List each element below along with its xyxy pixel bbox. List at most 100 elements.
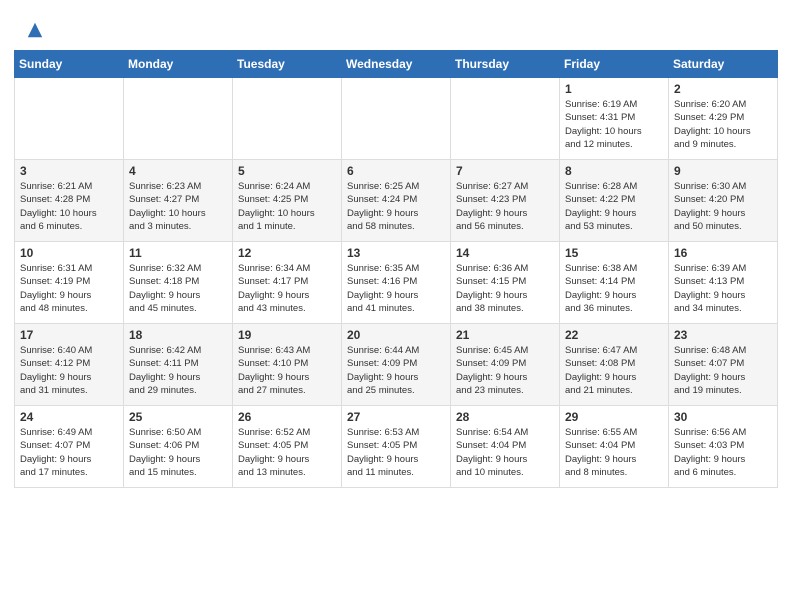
day-info: Sunrise: 6:38 AM Sunset: 4:14 PM Dayligh… [565, 262, 663, 315]
day-number: 27 [347, 410, 445, 424]
calendar-day-cell [451, 78, 560, 160]
calendar-day-cell: 13 Sunrise: 6:35 AM Sunset: 4:16 PM Dayli… [342, 242, 451, 324]
day-number: 8 [565, 164, 663, 178]
calendar-day-cell: 17 Sunrise: 6:40 AM Sunset: 4:12 PM Dayli… [15, 324, 124, 406]
day-number: 30 [674, 410, 772, 424]
calendar-day-cell: 6 Sunrise: 6:25 AM Sunset: 4:24 PM Daylig… [342, 160, 451, 242]
page-header [0, 0, 792, 50]
day-info: Sunrise: 6:45 AM Sunset: 4:09 PM Dayligh… [456, 344, 554, 397]
calendar-week-row: 10Sunrise: 6:31 AM Sunset: 4:19 PM Dayli… [15, 242, 778, 324]
day-info: Sunrise: 6:27 AM Sunset: 4:23 PM Dayligh… [456, 180, 554, 233]
day-number: 14 [456, 246, 554, 260]
day-number: 16 [674, 246, 772, 260]
calendar-day-cell: 9 Sunrise: 6:30 AM Sunset: 4:20 PM Daylig… [669, 160, 778, 242]
day-number: 26 [238, 410, 336, 424]
logo-icon [26, 21, 44, 39]
day-info: Sunrise: 6:32 AM Sunset: 4:18 PM Dayligh… [129, 262, 227, 315]
day-number: 25 [129, 410, 227, 424]
day-info: Sunrise: 6:56 AM Sunset: 4:03 PM Dayligh… [674, 426, 772, 479]
day-number: 2 [674, 82, 772, 96]
calendar-day-cell: 11Sunrise: 6:32 AM Sunset: 4:18 PM Dayli… [124, 242, 233, 324]
day-number: 7 [456, 164, 554, 178]
day-number: 29 [565, 410, 663, 424]
calendar-day-cell: 15 Sunrise: 6:38 AM Sunset: 4:14 PM Dayli… [560, 242, 669, 324]
calendar-day-cell: 5 Sunrise: 6:24 AM Sunset: 4:25 PM Daylig… [233, 160, 342, 242]
day-info: Sunrise: 6:39 AM Sunset: 4:13 PM Dayligh… [674, 262, 772, 315]
calendar-day-cell: 4 Sunrise: 6:23 AM Sunset: 4:27 PM Daylig… [124, 160, 233, 242]
day-info: Sunrise: 6:21 AM Sunset: 4:28 PM Dayligh… [20, 180, 118, 233]
day-info: Sunrise: 6:19 AM Sunset: 4:31 PM Dayligh… [565, 98, 663, 151]
calendar-day-cell: 24 Sunrise: 6:49 AM Sunset: 4:07 PM Dayli… [15, 406, 124, 488]
calendar-day-cell: 29 Sunrise: 6:55 AM Sunset: 4:04 PM Dayli… [560, 406, 669, 488]
calendar-day-cell: 19 Sunrise: 6:43 AM Sunset: 4:10 PM Dayli… [233, 324, 342, 406]
day-info: Sunrise: 6:30 AM Sunset: 4:20 PM Dayligh… [674, 180, 772, 233]
calendar-day-cell [342, 78, 451, 160]
day-number: 15 [565, 246, 663, 260]
day-number: 5 [238, 164, 336, 178]
calendar-day-cell: 14 Sunrise: 6:36 AM Sunset: 4:15 PM Dayli… [451, 242, 560, 324]
day-number: 9 [674, 164, 772, 178]
day-info: Sunrise: 6:44 AM Sunset: 4:09 PM Dayligh… [347, 344, 445, 397]
day-number: 20 [347, 328, 445, 342]
calendar-day-cell: 27 Sunrise: 6:53 AM Sunset: 4:05 PM Dayli… [342, 406, 451, 488]
day-info: Sunrise: 6:53 AM Sunset: 4:05 PM Dayligh… [347, 426, 445, 479]
calendar-day-cell: 2 Sunrise: 6:20 AM Sunset: 4:29 PM Daylig… [669, 78, 778, 160]
day-info: Sunrise: 6:35 AM Sunset: 4:16 PM Dayligh… [347, 262, 445, 315]
day-info: Sunrise: 6:34 AM Sunset: 4:17 PM Dayligh… [238, 262, 336, 315]
day-number: 24 [20, 410, 118, 424]
day-info: Sunrise: 6:49 AM Sunset: 4:07 PM Dayligh… [20, 426, 118, 479]
day-number: 22 [565, 328, 663, 342]
calendar-week-row: 3Sunrise: 6:21 AM Sunset: 4:28 PM Daylig… [15, 160, 778, 242]
calendar-header-cell: Monday [124, 51, 233, 78]
calendar-header-cell: Thursday [451, 51, 560, 78]
day-number: 21 [456, 328, 554, 342]
calendar-day-cell [233, 78, 342, 160]
calendar-week-row: 24 Sunrise: 6:49 AM Sunset: 4:07 PM Dayli… [15, 406, 778, 488]
day-info: Sunrise: 6:20 AM Sunset: 4:29 PM Dayligh… [674, 98, 772, 151]
calendar-day-cell: 23Sunrise: 6:48 AM Sunset: 4:07 PM Dayli… [669, 324, 778, 406]
day-number: 18 [129, 328, 227, 342]
calendar-header-cell: Sunday [15, 51, 124, 78]
calendar-day-cell: 8 Sunrise: 6:28 AM Sunset: 4:22 PM Daylig… [560, 160, 669, 242]
calendar-day-cell: 25 Sunrise: 6:50 AM Sunset: 4:06 PM Dayli… [124, 406, 233, 488]
day-info: Sunrise: 6:55 AM Sunset: 4:04 PM Dayligh… [565, 426, 663, 479]
calendar-day-cell: 18 Sunrise: 6:42 AM Sunset: 4:11 PM Dayli… [124, 324, 233, 406]
calendar-header-cell: Wednesday [342, 51, 451, 78]
calendar-day-cell: 12Sunrise: 6:34 AM Sunset: 4:17 PM Dayli… [233, 242, 342, 324]
day-info: Sunrise: 6:54 AM Sunset: 4:04 PM Dayligh… [456, 426, 554, 479]
calendar-day-cell: 3Sunrise: 6:21 AM Sunset: 4:28 PM Daylig… [15, 160, 124, 242]
day-info: Sunrise: 6:52 AM Sunset: 4:05 PM Dayligh… [238, 426, 336, 479]
day-info: Sunrise: 6:25 AM Sunset: 4:24 PM Dayligh… [347, 180, 445, 233]
day-number: 19 [238, 328, 336, 342]
calendar-table: SundayMondayTuesdayWednesdayThursdayFrid… [14, 50, 778, 488]
day-number: 10 [20, 246, 118, 260]
day-info: Sunrise: 6:24 AM Sunset: 4:25 PM Dayligh… [238, 180, 336, 233]
day-info: Sunrise: 6:47 AM Sunset: 4:08 PM Dayligh… [565, 344, 663, 397]
calendar-day-cell: 21 Sunrise: 6:45 AM Sunset: 4:09 PM Dayli… [451, 324, 560, 406]
calendar-day-cell: 22 Sunrise: 6:47 AM Sunset: 4:08 PM Dayli… [560, 324, 669, 406]
day-info: Sunrise: 6:40 AM Sunset: 4:12 PM Dayligh… [20, 344, 118, 397]
calendar-day-cell: 10Sunrise: 6:31 AM Sunset: 4:19 PM Dayli… [15, 242, 124, 324]
calendar-day-cell: 7 Sunrise: 6:27 AM Sunset: 4:23 PM Daylig… [451, 160, 560, 242]
calendar-day-cell [124, 78, 233, 160]
day-number: 4 [129, 164, 227, 178]
day-info: Sunrise: 6:28 AM Sunset: 4:22 PM Dayligh… [565, 180, 663, 233]
day-number: 17 [20, 328, 118, 342]
day-info: Sunrise: 6:43 AM Sunset: 4:10 PM Dayligh… [238, 344, 336, 397]
calendar-day-cell: 26 Sunrise: 6:52 AM Sunset: 4:05 PM Dayli… [233, 406, 342, 488]
day-info: Sunrise: 6:23 AM Sunset: 4:27 PM Dayligh… [129, 180, 227, 233]
calendar-day-cell: 20 Sunrise: 6:44 AM Sunset: 4:09 PM Dayli… [342, 324, 451, 406]
day-number: 13 [347, 246, 445, 260]
calendar-day-cell: 1Sunrise: 6:19 AM Sunset: 4:31 PM Daylig… [560, 78, 669, 160]
day-info: Sunrise: 6:42 AM Sunset: 4:11 PM Dayligh… [129, 344, 227, 397]
day-number: 6 [347, 164, 445, 178]
logo [24, 18, 44, 42]
calendar-day-cell: 30 Sunrise: 6:56 AM Sunset: 4:03 PM Dayli… [669, 406, 778, 488]
day-info: Sunrise: 6:50 AM Sunset: 4:06 PM Dayligh… [129, 426, 227, 479]
calendar-week-row: 1Sunrise: 6:19 AM Sunset: 4:31 PM Daylig… [15, 78, 778, 160]
calendar-day-cell: 28Sunrise: 6:54 AM Sunset: 4:04 PM Dayli… [451, 406, 560, 488]
calendar-header-cell: Tuesday [233, 51, 342, 78]
calendar-header-cell: Saturday [669, 51, 778, 78]
day-info: Sunrise: 6:36 AM Sunset: 4:15 PM Dayligh… [456, 262, 554, 315]
day-info: Sunrise: 6:48 AM Sunset: 4:07 PM Dayligh… [674, 344, 772, 397]
